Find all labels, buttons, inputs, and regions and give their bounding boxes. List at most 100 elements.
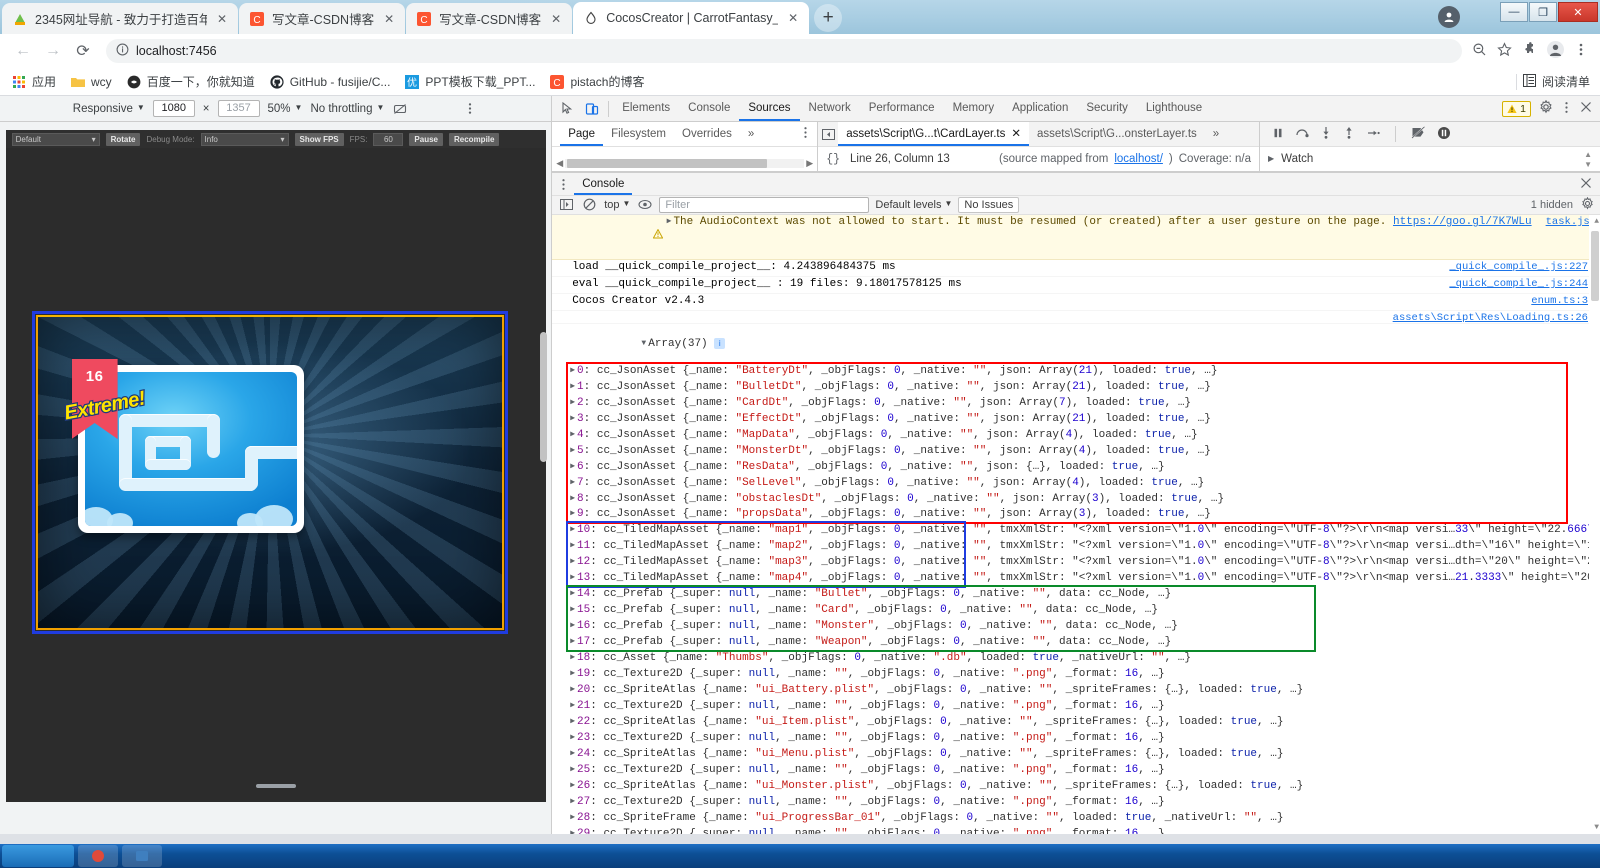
fps-input[interactable]: 60 [373,132,404,146]
devtools-tab-console[interactable]: Console [679,96,739,121]
console-message-log[interactable]: load __quick_compile_project__: 4.243896… [552,260,1600,277]
device-width-input[interactable]: 1080 [152,100,195,117]
extensions-icon[interactable] [1522,42,1537,60]
console-array-entry[interactable]: ▶ 24: cc_SpriteAtlas {_name: "ui_Menu.pli… [552,747,1600,763]
editor-tab-cardlayer[interactable]: assets\Script\G...t\CardLayer.ts ✕ [838,122,1029,146]
window-profile-icon[interactable] [1438,6,1460,28]
debug-mode-select[interactable]: Info ▾ [200,132,289,146]
device-toolbar-icon[interactable] [580,97,604,121]
pause-button[interactable]: Pause [409,132,443,146]
device-resize-handle[interactable] [255,784,296,788]
rotate-icon[interactable] [392,101,408,117]
step-over-icon[interactable] [1295,127,1309,142]
console-array-entry[interactable]: ▶ 7: cc_JsonAsset {_name: "SelLevel", _ob… [552,475,1600,491]
console-warning-link[interactable]: https://goo.gl/7K7WLu [1393,216,1532,229]
console-array-entry[interactable]: ▶ 26: cc_SpriteAtlas {_name: "ui_Monster.… [552,779,1600,795]
inspect-icon[interactable] [556,97,580,121]
drawer-tab-console[interactable]: Console [574,173,632,195]
drawer-more-icon[interactable] [552,173,574,195]
devtools-tab-performance[interactable]: Performance [860,96,944,121]
step-out-icon[interactable] [1343,126,1355,142]
more-vertical-icon[interactable] [1561,101,1572,117]
close-icon[interactable] [1580,101,1592,116]
console-array-entry[interactable]: ▶ 25: cc_Texture2D {_super: null, _name: … [552,763,1600,779]
console-array-source[interactable]: assets\Script\Res\Loading.ts:26 [1379,312,1588,325]
device-height-input[interactable]: 1357 [217,100,260,117]
navigator-tab-filesystem[interactable]: Filesystem [603,122,674,146]
console-context-select[interactable]: top ▼ [604,199,630,211]
devtools-tab-network[interactable]: Network [800,96,860,121]
console-log-source-1[interactable]: _quick_compile_.js:227 [1435,261,1588,274]
console-array-entry[interactable]: ▶ 1: cc_JsonAsset {_name: "BulletDt", _ob… [552,380,1600,396]
console-array-entry[interactable]: ▶ 11: cc_TiledMapAsset {_name: "map2", _o… [552,539,1600,555]
console-issues-button[interactable]: No Issues [958,196,1020,213]
gear-icon[interactable] [1539,99,1553,117]
devtools-tab-security[interactable]: Security [1077,96,1137,121]
navigator-tab-overflow[interactable]: » [740,122,762,146]
devtools-tab-sources[interactable]: Sources [739,96,799,121]
forward-icon[interactable]: → [40,38,66,64]
pause-icon[interactable] [1272,127,1284,142]
reload-icon[interactable]: ⟳ [70,38,96,64]
scroll-up-icon[interactable]: ▲ [1594,217,1599,226]
console-array-entry[interactable]: ▶ 20: cc_SpriteAtlas {_name: "ui_Battery.… [552,683,1600,699]
step-into-icon[interactable] [1320,126,1332,142]
close-icon[interactable]: ✕ [548,11,564,27]
browser-tab-3[interactable]: C 写文章-CSDN博客 ✕ [406,3,573,34]
scene-select[interactable]: Default ▾ [11,132,100,146]
console-message-array-source[interactable]: assets\Script\Res\Loading.ts:26 [552,311,1600,324]
live-expression-icon[interactable] [636,196,653,213]
pause-on-exceptions-icon[interactable] [1437,126,1451,143]
navigator-tree[interactable]: ◀ ▶ [552,147,818,171]
maximize-button[interactable]: ❐ [1529,2,1557,22]
console-sidebar-icon[interactable] [558,196,575,213]
bookmark-wcy[interactable]: wcy [70,74,112,90]
devtools-tab-lighthouse[interactable]: Lighthouse [1137,96,1211,121]
deactivate-breakpoints-icon[interactable] [1411,126,1426,142]
console-messages[interactable]: ▶ The AudioContext was not allowed to st… [552,214,1600,834]
editor-tab-monsterlayer[interactable]: assets\Script\G...onsterLayer.ts [1029,122,1205,146]
taskbar-item-2[interactable] [122,845,162,867]
game-canvas[interactable]: 16 Extreme! [35,315,504,630]
devtools-tab-application[interactable]: Application [1003,96,1077,121]
scroll-right-icon[interactable]: ▶ [806,158,813,169]
taskbar-item-1[interactable] [78,845,118,867]
devtools-tab-memory[interactable]: Memory [944,96,1004,121]
drawer-close-icon[interactable] [1580,177,1600,192]
console-array-entry[interactable]: ▶ 6: cc_JsonAsset {_name: "ResData", _obj… [552,459,1600,475]
close-icon[interactable]: ✕ [214,11,230,27]
browser-tab-4[interactable]: CocosCreator | CarrotFantasy_ ✕ [573,2,810,34]
console-array-header[interactable]: ▼ Array(37) i [552,324,1600,364]
navigator-tab-page[interactable]: Page [560,122,603,146]
scroll-thumb[interactable] [567,159,768,168]
navigator-hscrollbar[interactable]: ◀ ▶ [556,158,813,169]
bookmark-ppt[interactable]: 优 PPT模板下载_PPT... [404,73,535,90]
console-message-warning[interactable]: ▶ The AudioContext was not allowed to st… [552,214,1600,260]
device-more-icon[interactable] [462,101,478,117]
zoom-select[interactable]: 50% ▼ [268,103,303,115]
game-viewport[interactable]: Default ▾ Rotate Debug Mode: Info ▾ Show… [5,130,546,802]
navigator-more-icon[interactable] [800,126,817,142]
console-scrollbar[interactable]: ▲ ▼ [1589,214,1600,834]
step-icon[interactable] [1366,127,1380,142]
sidebar-scrollbar[interactable]: ▲ ▼ [1584,150,1592,169]
pretty-print-icon[interactable]: {} [826,153,840,166]
watch-section[interactable]: ▶ Watch ▲ ▼ [1260,147,1600,171]
device-select[interactable]: Responsive ▼ [73,103,145,115]
console-array-entry[interactable]: ▶ 9: cc_JsonAsset {_name: "propsData", _o… [552,507,1600,523]
console-array-entry[interactable]: ▶ 18: cc_Asset {_name: "Thumbs", _objFlag… [552,651,1600,667]
console-array-entry[interactable]: ▶ 13: cc_TiledMapAsset {_name: "map4", _o… [552,571,1600,587]
scroll-thumb[interactable] [1591,230,1599,301]
clear-console-icon[interactable] [581,196,598,213]
expand-arrow-icon[interactable]: ▶ [667,215,672,228]
console-filter-input[interactable]: Filter [659,196,870,213]
console-array-entry[interactable]: ▶ 5: cc_JsonAsset {_name: "MonsterDt", _o… [552,443,1600,459]
scroll-down-icon[interactable]: ▼ [1594,823,1599,832]
console-array-entry[interactable]: ▶ 17: cc_Prefab {_super: null, _name: "We… [552,635,1600,651]
scroll-up-icon[interactable]: ▲ [1584,150,1592,159]
close-icon[interactable]: ✕ [381,11,397,27]
console-array-entry[interactable]: ▶ 16: cc_Prefab {_super: null, _name: "Mo… [552,619,1600,635]
console-array-entry[interactable]: ▶ 12: cc_TiledMapAsset {_name: "map3", _o… [552,555,1600,571]
browser-tab-2[interactable]: C 写文章-CSDN博客 ✕ [239,3,406,34]
console-array-entry[interactable]: ▶ 14: cc_Prefab {_super: null, _name: "Bu… [552,587,1600,603]
